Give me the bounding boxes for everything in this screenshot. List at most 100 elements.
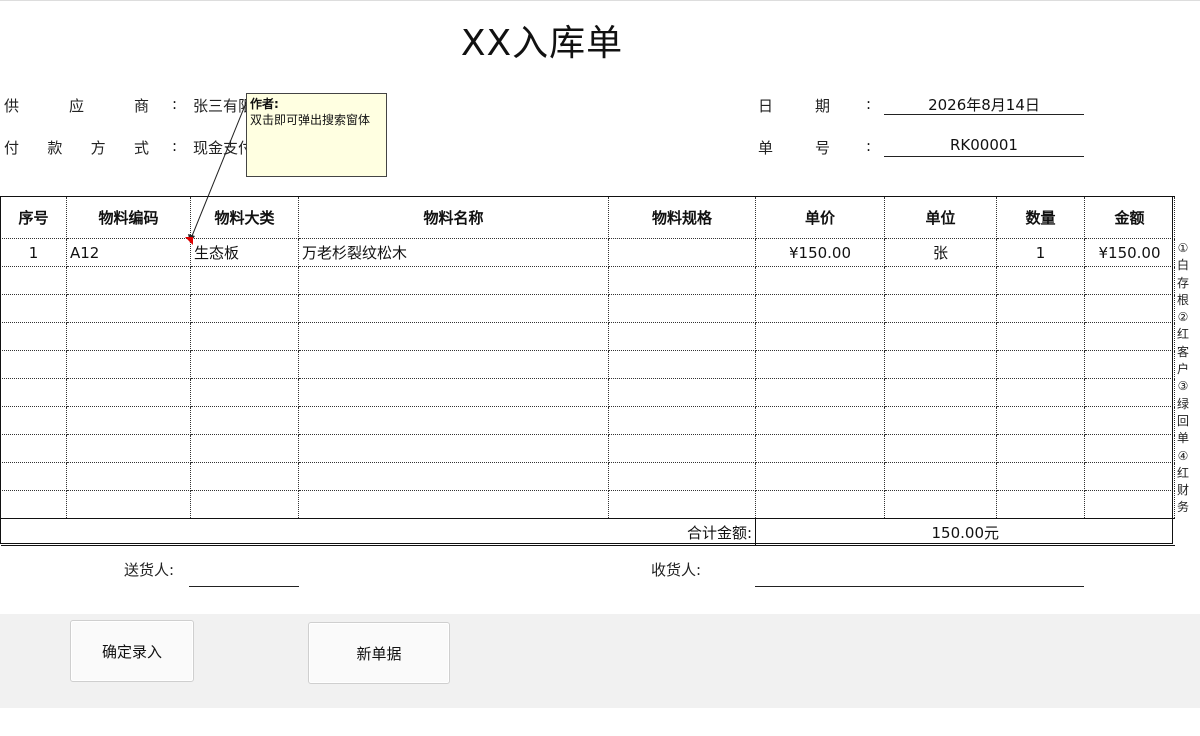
receiver-signature-line[interactable] xyxy=(755,586,1084,587)
empty-cell[interactable] xyxy=(996,266,1085,295)
empty-cell[interactable] xyxy=(608,350,756,379)
date-value[interactable]: 2026年8月14日 xyxy=(884,94,1084,115)
empty-cell[interactable] xyxy=(298,406,609,435)
empty-cell[interactable] xyxy=(884,266,997,295)
empty-cell[interactable] xyxy=(298,266,609,295)
empty-cell[interactable] xyxy=(190,294,299,323)
cell-unit-price[interactable]: ¥150.00 xyxy=(755,238,885,267)
empty-cell[interactable] xyxy=(1084,322,1175,351)
empty-cell[interactable] xyxy=(884,406,997,435)
empty-cell[interactable] xyxy=(298,378,609,407)
empty-cell[interactable] xyxy=(608,490,756,519)
cell-amount[interactable]: ¥150.00 xyxy=(1084,238,1175,267)
empty-cell[interactable] xyxy=(755,266,885,295)
sender-label: 送货人: xyxy=(124,561,175,579)
cell-quantity[interactable]: 1 xyxy=(996,238,1085,267)
cell-unit[interactable]: 张 xyxy=(884,238,997,267)
empty-cell[interactable] xyxy=(884,462,997,491)
empty-cell[interactable] xyxy=(755,434,885,463)
empty-cell[interactable] xyxy=(755,322,885,351)
cell-code[interactable]: A12 xyxy=(66,238,191,267)
empty-cell[interactable] xyxy=(0,266,67,295)
empty-cell[interactable] xyxy=(66,490,191,519)
empty-cell[interactable] xyxy=(66,378,191,407)
empty-cell[interactable] xyxy=(190,350,299,379)
empty-cell[interactable] xyxy=(190,462,299,491)
empty-cell[interactable] xyxy=(1084,350,1175,379)
new-document-button[interactable]: 新单据 xyxy=(308,622,450,684)
cell-index[interactable]: 1 xyxy=(0,238,67,267)
empty-cell[interactable] xyxy=(190,406,299,435)
empty-cell[interactable] xyxy=(996,406,1085,435)
empty-cell[interactable] xyxy=(66,266,191,295)
empty-cell[interactable] xyxy=(66,462,191,491)
side-note-char: ③ xyxy=(1177,379,1189,394)
empty-cell[interactable] xyxy=(755,462,885,491)
empty-cell[interactable] xyxy=(608,266,756,295)
empty-cell[interactable] xyxy=(1084,434,1175,463)
empty-cell[interactable] xyxy=(608,294,756,323)
empty-cell[interactable] xyxy=(0,294,67,323)
empty-cell[interactable] xyxy=(190,322,299,351)
empty-cell[interactable] xyxy=(1084,378,1175,407)
empty-cell[interactable] xyxy=(1084,490,1175,519)
empty-cell[interactable] xyxy=(1084,294,1175,323)
empty-cell[interactable] xyxy=(755,378,885,407)
order-number-value[interactable]: RK00001 xyxy=(884,136,1084,157)
empty-cell[interactable] xyxy=(884,294,997,323)
empty-cell[interactable] xyxy=(884,350,997,379)
empty-cell[interactable] xyxy=(755,490,885,519)
empty-cell[interactable] xyxy=(755,406,885,435)
empty-cell[interactable] xyxy=(298,322,609,351)
empty-cell[interactable] xyxy=(608,462,756,491)
cell-spec[interactable] xyxy=(608,238,756,267)
sender-signature-line[interactable] xyxy=(189,586,299,587)
empty-cell[interactable] xyxy=(66,350,191,379)
side-note-char: 户 xyxy=(1176,362,1189,377)
empty-cell[interactable] xyxy=(0,462,67,491)
empty-cell[interactable] xyxy=(190,378,299,407)
empty-cell[interactable] xyxy=(608,322,756,351)
empty-cell[interactable] xyxy=(298,434,609,463)
empty-cell[interactable] xyxy=(608,434,756,463)
empty-cell[interactable] xyxy=(298,490,609,519)
confirm-entry-button[interactable]: 确定录入 xyxy=(70,620,194,682)
empty-cell[interactable] xyxy=(884,490,997,519)
empty-cell[interactable] xyxy=(996,434,1085,463)
empty-cell[interactable] xyxy=(996,490,1085,519)
empty-cell[interactable] xyxy=(996,322,1085,351)
empty-cell[interactable] xyxy=(1084,266,1175,295)
empty-cell[interactable] xyxy=(298,294,609,323)
empty-cell[interactable] xyxy=(0,378,67,407)
empty-cell[interactable] xyxy=(608,378,756,407)
empty-cell[interactable] xyxy=(66,406,191,435)
empty-cell[interactable] xyxy=(884,322,997,351)
empty-cell[interactable] xyxy=(1084,462,1175,491)
empty-cell[interactable] xyxy=(884,434,997,463)
empty-cell[interactable] xyxy=(0,406,67,435)
empty-cell[interactable] xyxy=(996,378,1085,407)
side-note-char: 客 xyxy=(1176,344,1189,359)
empty-cell[interactable] xyxy=(298,462,609,491)
empty-cell[interactable] xyxy=(190,266,299,295)
empty-cell[interactable] xyxy=(0,434,67,463)
empty-cell[interactable] xyxy=(755,294,885,323)
empty-cell[interactable] xyxy=(66,322,191,351)
empty-cell[interactable] xyxy=(298,350,609,379)
empty-cell[interactable] xyxy=(0,350,67,379)
empty-cell[interactable] xyxy=(608,406,756,435)
empty-cell[interactable] xyxy=(755,350,885,379)
cell-name[interactable]: 万老杉裂纹松木 xyxy=(298,238,609,267)
empty-cell[interactable] xyxy=(190,490,299,519)
empty-cell[interactable] xyxy=(190,434,299,463)
empty-cell[interactable] xyxy=(996,462,1085,491)
table-row xyxy=(0,434,1175,463)
empty-cell[interactable] xyxy=(66,434,191,463)
empty-cell[interactable] xyxy=(0,490,67,519)
empty-cell[interactable] xyxy=(996,350,1085,379)
empty-cell[interactable] xyxy=(66,294,191,323)
empty-cell[interactable] xyxy=(1084,406,1175,435)
empty-cell[interactable] xyxy=(996,294,1085,323)
empty-cell[interactable] xyxy=(884,378,997,407)
empty-cell[interactable] xyxy=(0,322,67,351)
